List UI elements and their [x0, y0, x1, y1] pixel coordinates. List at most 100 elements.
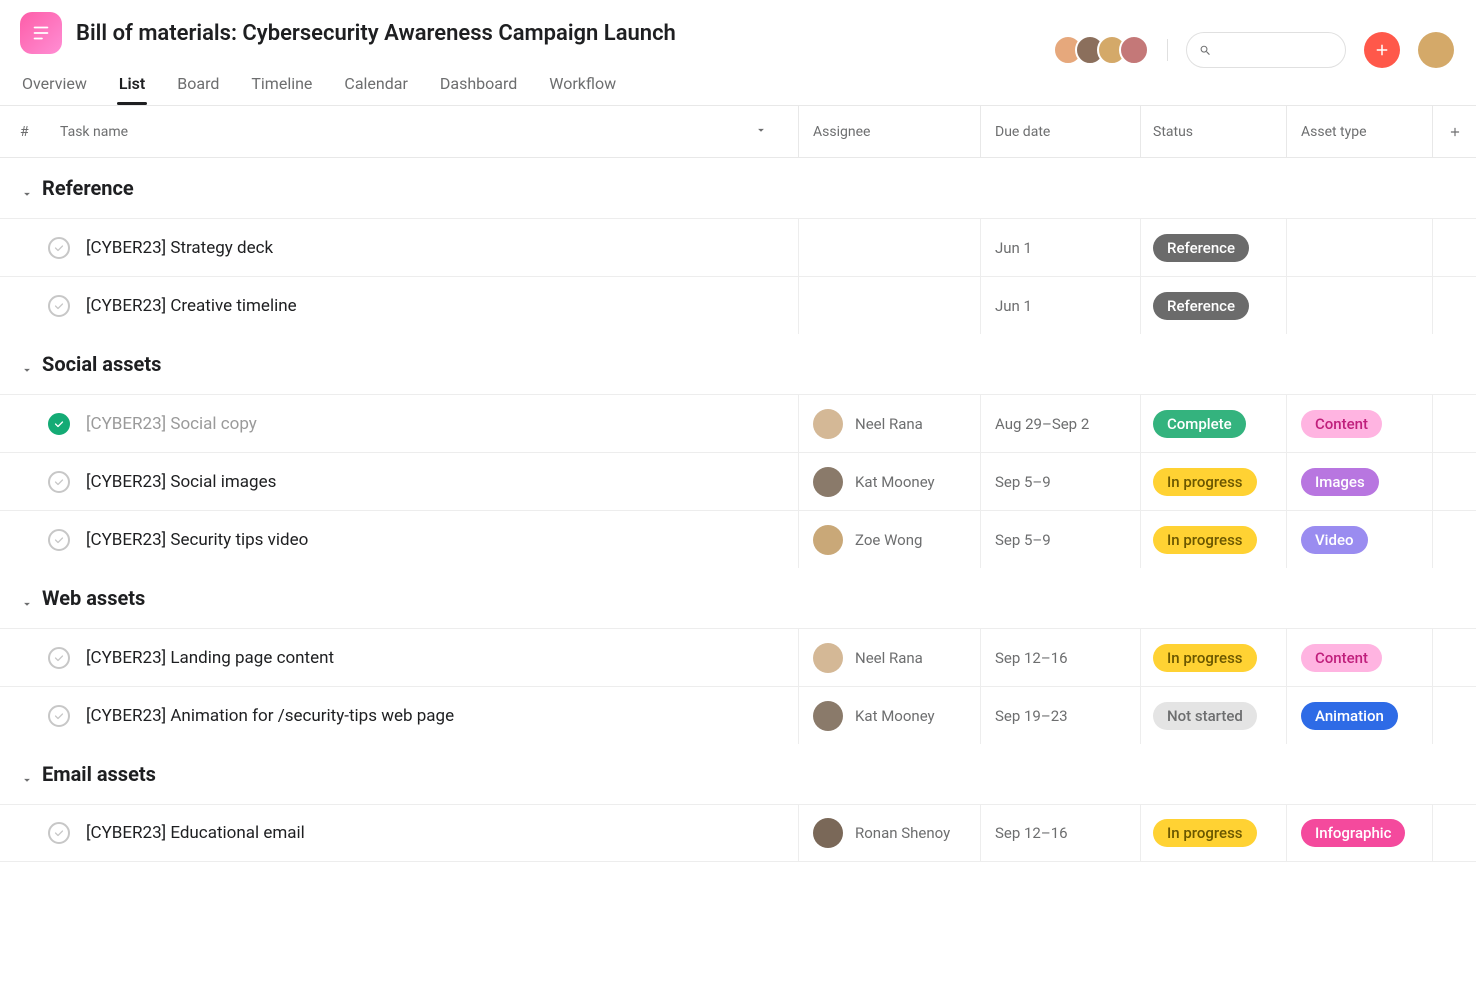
task-name[interactable]: [CYBER23] Landing page content: [86, 648, 334, 668]
task-row[interactable]: [CYBER23] Security tips video Zoe WongSep…: [0, 510, 1476, 568]
complete-checkbox[interactable]: [48, 822, 70, 844]
assignee-avatar: [813, 467, 843, 497]
status-cell[interactable]: Reference: [1140, 277, 1286, 334]
row-add-cell: [1432, 511, 1476, 568]
col-status[interactable]: Status: [1140, 106, 1286, 157]
status-pill: In progress: [1153, 644, 1257, 672]
status-pill: Reference: [1153, 234, 1249, 262]
row-add-cell: [1432, 395, 1476, 452]
complete-checkbox[interactable]: [48, 471, 70, 493]
col-asset-type[interactable]: Asset type: [1286, 106, 1432, 157]
section-header[interactable]: Web assets: [0, 568, 1476, 628]
tab-overview[interactable]: Overview: [20, 66, 89, 105]
assignee-cell[interactable]: Kat Mooney: [798, 687, 980, 744]
assignee-cell[interactable]: Zoe Wong: [798, 511, 980, 568]
section-header[interactable]: Reference: [0, 158, 1476, 218]
assignee-cell[interactable]: Neel Rana: [798, 629, 980, 686]
col-number[interactable]: #: [0, 124, 24, 140]
tab-workflow[interactable]: Workflow: [547, 66, 618, 105]
col-due-date[interactable]: Due date: [980, 106, 1140, 157]
due-date-cell[interactable]: Aug 29–Sep 2: [980, 395, 1140, 452]
row-add-cell: [1432, 277, 1476, 334]
tab-list[interactable]: List: [117, 66, 147, 105]
chevron-down-icon[interactable]: [754, 123, 768, 141]
status-cell[interactable]: In progress: [1140, 453, 1286, 510]
status-cell[interactable]: Reference: [1140, 219, 1286, 276]
due-date-cell[interactable]: Jun 1: [980, 277, 1140, 334]
complete-checkbox[interactable]: [48, 413, 70, 435]
avatar[interactable]: [1119, 35, 1149, 65]
section-name: Social assets: [42, 352, 161, 376]
assignee-cell[interactable]: [798, 277, 980, 334]
add-button[interactable]: [1364, 32, 1400, 68]
asset-type-cell[interactable]: Infographic: [1286, 805, 1432, 861]
asset-type-cell[interactable]: Content: [1286, 395, 1432, 452]
asset-type-cell[interactable]: Images: [1286, 453, 1432, 510]
asset-type-pill: Images: [1301, 468, 1379, 496]
section-header[interactable]: Email assets: [0, 744, 1476, 804]
add-column-button[interactable]: [1432, 106, 1476, 157]
task-row[interactable]: [CYBER23] Landing page content Neel Rana S…: [0, 628, 1476, 686]
due-date-cell[interactable]: Jun 1: [980, 219, 1140, 276]
task-name[interactable]: [CYBER23] Creative timeline: [86, 296, 297, 316]
asset-type-cell[interactable]: Animation: [1286, 687, 1432, 744]
assignee-cell[interactable]: Kat Mooney: [798, 453, 980, 510]
caret-down-icon: [20, 358, 32, 370]
status-cell[interactable]: In progress: [1140, 805, 1286, 861]
complete-checkbox[interactable]: [48, 295, 70, 317]
status-cell[interactable]: In progress: [1140, 629, 1286, 686]
assignee-cell[interactable]: [798, 219, 980, 276]
status-pill: Reference: [1153, 292, 1249, 320]
task-name[interactable]: [CYBER23] Educational email: [86, 823, 305, 843]
due-date-cell[interactable]: Sep 12–16: [980, 629, 1140, 686]
task-row[interactable]: [CYBER23] Social copy Neel Rana Aug 29–Sep…: [0, 394, 1476, 452]
task-row[interactable]: [CYBER23] Educational email Ronan ShenoyS…: [0, 804, 1476, 862]
section-header[interactable]: Social assets: [0, 334, 1476, 394]
task-name[interactable]: [CYBER23] Social images: [86, 472, 276, 492]
search-box[interactable]: [1186, 32, 1346, 68]
complete-checkbox[interactable]: [48, 647, 70, 669]
task-row[interactable]: [CYBER23] Creative timeline Jun 1 Referenc…: [0, 276, 1476, 334]
project-title[interactable]: Bill of materials: Cybersecurity Awarene…: [76, 21, 676, 46]
collaborator-avatars[interactable]: [1061, 35, 1149, 65]
task-name[interactable]: [CYBER23] Strategy deck: [86, 238, 273, 258]
complete-checkbox[interactable]: [48, 237, 70, 259]
due-date-cell[interactable]: Sep 12–16: [980, 805, 1140, 861]
assignee-name: Neel Rana: [855, 649, 923, 667]
asset-type-cell[interactable]: Content: [1286, 629, 1432, 686]
complete-checkbox[interactable]: [48, 705, 70, 727]
asset-type-cell[interactable]: [1286, 277, 1432, 334]
assignee-cell[interactable]: Neel Rana: [798, 395, 980, 452]
tab-timeline[interactable]: Timeline: [249, 66, 314, 105]
caret-down-icon: [20, 592, 32, 604]
task-name[interactable]: [CYBER23] Social copy: [86, 414, 257, 434]
project-icon[interactable]: [20, 12, 62, 54]
tab-calendar[interactable]: Calendar: [342, 66, 409, 105]
tab-board[interactable]: Board: [175, 66, 221, 105]
section-name: Reference: [42, 176, 134, 200]
task-name[interactable]: [CYBER23] Animation for /security-tips w…: [86, 706, 454, 726]
status-cell[interactable]: Not started: [1140, 687, 1286, 744]
col-task-name[interactable]: Task name: [24, 124, 798, 140]
due-date-cell[interactable]: Sep 5–9: [980, 453, 1140, 510]
task-row[interactable]: [CYBER23] Social images Kat MooneySep 5–9…: [0, 452, 1476, 510]
assignee-name: Neel Rana: [855, 415, 923, 433]
task-row[interactable]: [CYBER23] Strategy deck Jun 1 Reference: [0, 218, 1476, 276]
asset-type-cell[interactable]: [1286, 219, 1432, 276]
complete-checkbox[interactable]: [48, 529, 70, 551]
asset-type-cell[interactable]: Video: [1286, 511, 1432, 568]
user-avatar[interactable]: [1418, 32, 1454, 68]
caret-down-icon: [20, 768, 32, 780]
table-header: # Task name Assignee Due date Status Ass…: [0, 106, 1476, 158]
assignee-cell[interactable]: Ronan Shenoy: [798, 805, 980, 861]
col-assignee[interactable]: Assignee: [798, 106, 980, 157]
status-pill: Not started: [1153, 702, 1257, 730]
task-row[interactable]: [CYBER23] Animation for /security-tips w…: [0, 686, 1476, 744]
search-input[interactable]: [1220, 42, 1333, 58]
status-cell[interactable]: In progress: [1140, 511, 1286, 568]
task-name[interactable]: [CYBER23] Security tips video: [86, 530, 308, 550]
due-date-cell[interactable]: Sep 19–23: [980, 687, 1140, 744]
tab-dashboard[interactable]: Dashboard: [438, 66, 519, 105]
status-cell[interactable]: Complete: [1140, 395, 1286, 452]
due-date-cell[interactable]: Sep 5–9: [980, 511, 1140, 568]
